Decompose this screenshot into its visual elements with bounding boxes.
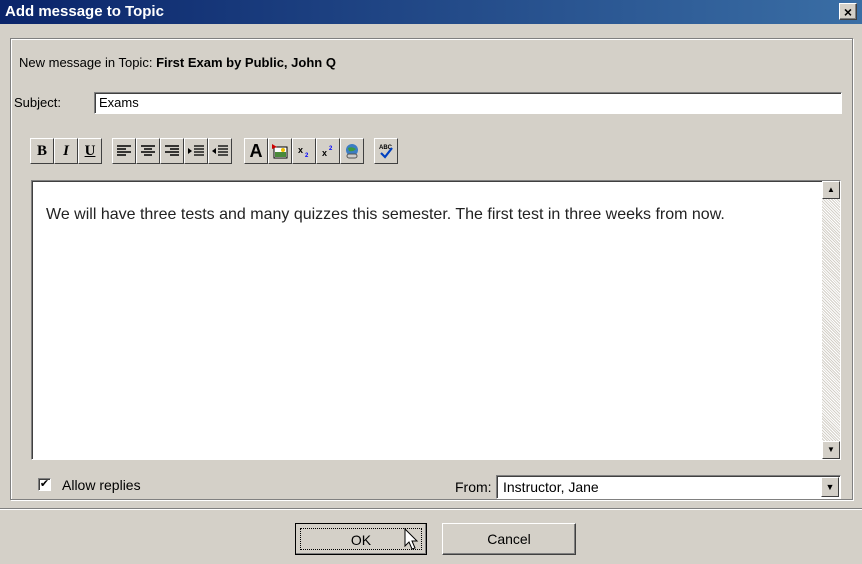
insert-image-icon: [272, 143, 288, 158]
svg-text:2: 2: [329, 146, 333, 152]
message-body-text: We will have three tests and many quizze…: [46, 206, 725, 223]
indent-icon: [188, 144, 204, 156]
italic-button[interactable]: I: [54, 138, 78, 164]
font-color-button[interactable]: A: [244, 138, 268, 164]
svg-text:2: 2: [305, 153, 309, 157]
outdent-icon: [212, 144, 228, 156]
subject-label: Subject:: [14, 95, 61, 110]
superscript-icon: x2: [322, 146, 333, 157]
dialog-title-bar: Add message to Topic ×: [0, 0, 862, 24]
dialog-title: Add message to Topic: [5, 3, 164, 20]
insert-link-button[interactable]: [340, 138, 364, 164]
svg-text:x: x: [298, 145, 303, 155]
svg-text:x: x: [322, 148, 327, 157]
dropdown-button[interactable]: ▼: [821, 477, 839, 497]
scroll-up-button[interactable]: ▲: [822, 181, 840, 199]
align-center-icon: [141, 145, 155, 156]
spellcheck-button[interactable]: ABC: [374, 138, 398, 164]
message-body-editor[interactable]: We will have three tests and many quizze…: [31, 180, 841, 460]
arrow-up-icon: ▲: [827, 185, 835, 194]
allow-replies-checkbox[interactable]: ✔: [38, 478, 51, 491]
button-separator: [0, 508, 862, 510]
from-selected-value: Instructor, Jane: [503, 479, 599, 495]
subscript-button[interactable]: x2: [292, 138, 316, 164]
align-center-button[interactable]: [136, 138, 160, 164]
checkmark-icon: ✔: [39, 478, 50, 490]
italic-icon: I: [63, 142, 69, 159]
new-message-prefix: New message in Topic:: [19, 55, 153, 70]
close-icon: ×: [843, 4, 853, 20]
indent-button[interactable]: [184, 138, 208, 164]
close-button[interactable]: ×: [839, 3, 857, 20]
from-dropdown[interactable]: Instructor, Jane ▼: [496, 475, 841, 499]
topic-name: First Exam by Public, John Q: [156, 55, 336, 70]
spellcheck-icon: ABC: [379, 145, 393, 159]
subscript-icon: x2: [298, 145, 309, 157]
cancel-button[interactable]: Cancel: [442, 523, 576, 555]
align-right-button[interactable]: [160, 138, 184, 164]
arrow-down-icon: ▼: [827, 445, 835, 454]
superscript-button[interactable]: x2: [316, 138, 340, 164]
bold-icon: B: [36, 142, 47, 159]
underline-icon: U: [84, 142, 96, 159]
allow-replies-label[interactable]: Allow replies: [62, 477, 141, 493]
insert-link-icon: [346, 144, 358, 159]
from-label: From:: [455, 479, 492, 495]
font-color-icon: A: [249, 140, 263, 161]
mouse-pointer-icon: [404, 528, 419, 550]
subject-input[interactable]: Exams: [94, 92, 842, 114]
underline-button[interactable]: U: [78, 138, 102, 164]
align-left-button[interactable]: [112, 138, 136, 164]
align-left-icon: [117, 145, 131, 156]
cancel-button-label: Cancel: [487, 531, 531, 547]
topic-info: New message in Topic: First Exam by Publ…: [19, 55, 336, 70]
bold-button[interactable]: B: [30, 138, 54, 164]
chevron-down-icon: ▼: [825, 482, 835, 492]
scroll-down-button[interactable]: ▼: [822, 441, 840, 459]
editor-scrollbar[interactable]: ▲ ▼: [822, 181, 840, 459]
insert-image-button[interactable]: [268, 138, 292, 164]
outdent-button[interactable]: [208, 138, 232, 164]
align-right-icon: [165, 145, 179, 156]
